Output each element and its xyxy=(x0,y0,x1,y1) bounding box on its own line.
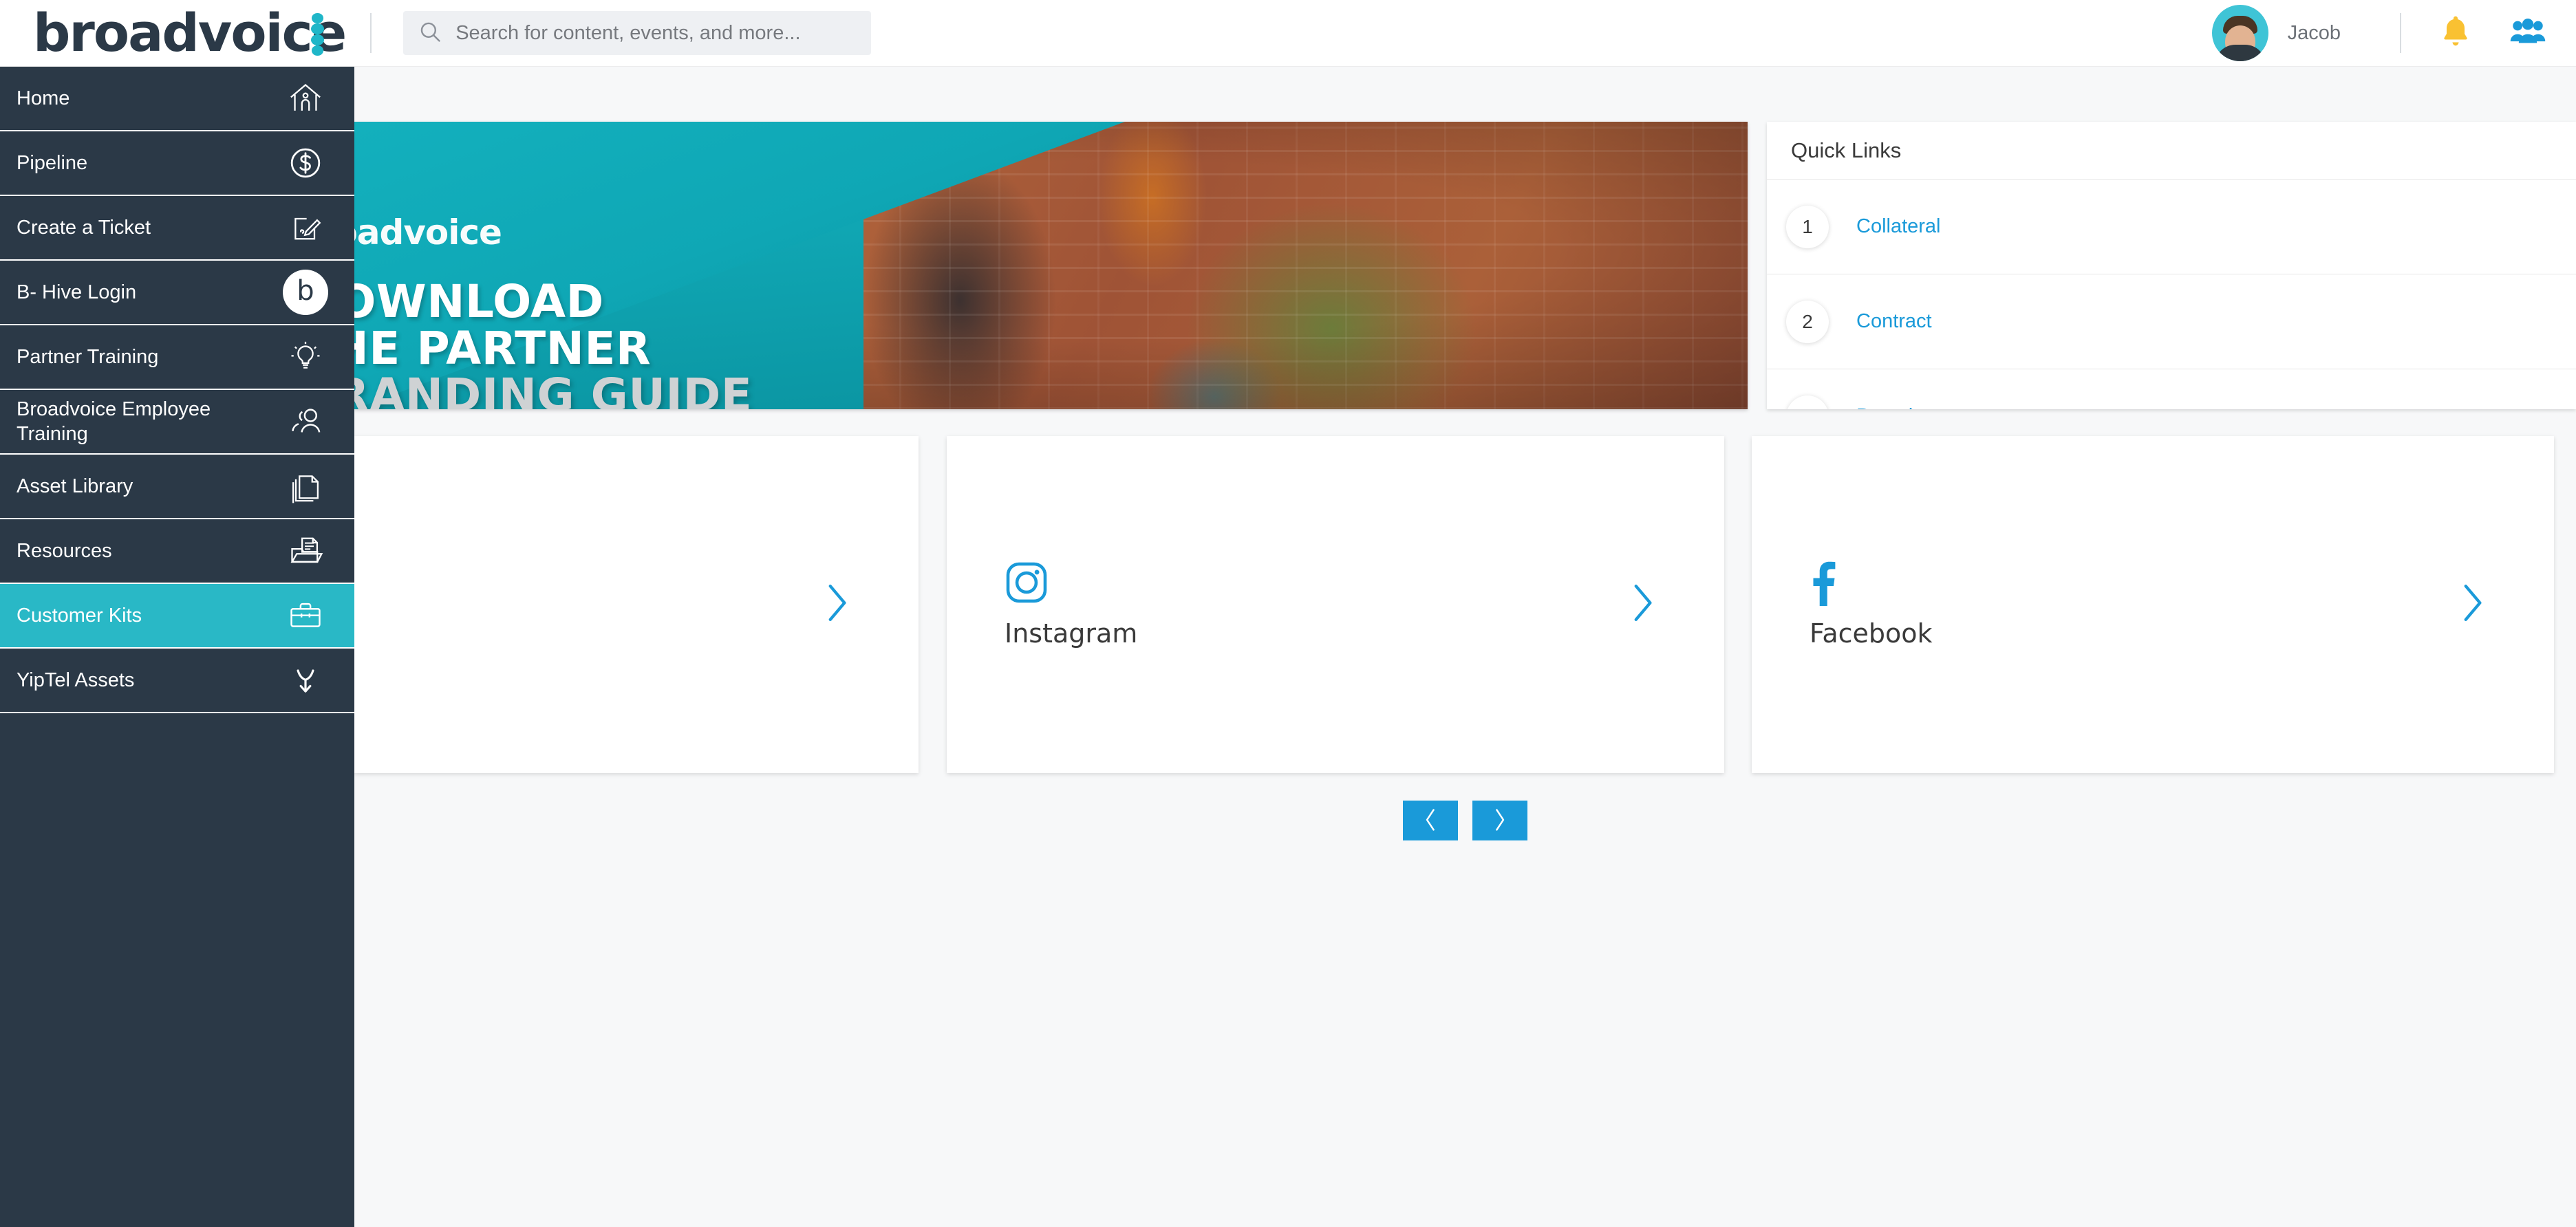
tile-card-instagram[interactable]: Instagram xyxy=(947,436,1724,773)
tile-content: Instagram xyxy=(1005,561,1137,649)
social-tiles-row: Instagram Facebook xyxy=(354,436,2576,773)
quick-link-row[interactable]: 3 Datasheets xyxy=(1767,369,2576,409)
quick-link-row[interactable]: 1 Collateral xyxy=(1767,180,2576,274)
top-row: broadvoice DOWNLOAD THE PARTNER BRANDING… xyxy=(354,122,2576,409)
community-button[interactable] xyxy=(2510,17,2546,50)
avatar-body xyxy=(2214,45,2266,61)
sidebar-item-yiptel-assets[interactable]: YipTel Assets xyxy=(0,649,354,713)
sidebar-item-partner-training[interactable]: Partner Training xyxy=(0,325,354,390)
hero-headline-line-1: DOWNLOAD xyxy=(354,275,604,328)
sidebar-item-b-hive-login[interactable]: B- Hive Login b xyxy=(0,261,354,325)
folder-document-icon xyxy=(283,528,328,574)
hero-headline-line-2: THE PARTNER xyxy=(354,321,652,375)
quick-link-datasheets[interactable]: Datasheets xyxy=(1856,405,1957,409)
chevron-right-icon[interactable] xyxy=(2462,583,2485,627)
people-group-icon xyxy=(2510,17,2546,50)
header-divider xyxy=(370,13,372,53)
quick-links-title: Quick Links xyxy=(1791,138,1902,162)
bell-icon xyxy=(2440,14,2471,52)
search-bar[interactable] xyxy=(403,11,872,55)
sidebar-item-pipeline[interactable]: Pipeline xyxy=(0,131,354,196)
sidebar-item-label: Asset Library xyxy=(17,475,133,497)
app-header: broadvoice Jacob xyxy=(0,0,2576,67)
quick-link-number: 2 xyxy=(1786,300,1829,343)
sidebar-item-label: Create a Ticket xyxy=(17,216,151,239)
note-pencil-icon xyxy=(283,205,328,250)
sidebar-item-resources[interactable]: Resources xyxy=(0,519,354,584)
chevron-right-icon[interactable] xyxy=(1632,583,1655,627)
sidebar-item-label: YipTel Assets xyxy=(17,669,135,691)
sidebar-item-home[interactable]: Home xyxy=(0,67,354,131)
dollar-circle-icon xyxy=(283,140,328,186)
tile-label: Instagram xyxy=(1005,618,1138,649)
tile-label: Facebook xyxy=(1810,618,1933,649)
people-icon xyxy=(283,399,328,444)
carousel-next-button[interactable] xyxy=(1472,801,1527,840)
broadvoice-logo[interactable]: broadvoice xyxy=(33,2,347,63)
lightbulb-icon xyxy=(283,334,328,380)
tile-card-facebook[interactable]: Facebook xyxy=(1752,436,2554,773)
hero-headline-line-3: BRANDING GUIDE xyxy=(354,368,753,409)
tile-content: Facebook xyxy=(1810,561,1933,649)
sidebar-item-create-a-ticket[interactable]: Create a Ticket xyxy=(0,196,354,261)
tile-card-blank[interactable] xyxy=(354,436,919,773)
quick-links-card: Quick Links 1 Collateral 2 Contract 3 Da… xyxy=(1767,122,2576,409)
sidebar-item-customer-kits[interactable]: Customer Kits xyxy=(0,584,354,649)
search-icon xyxy=(418,20,442,47)
logo-dot-middle xyxy=(310,23,324,34)
b-hive-letter: b xyxy=(283,270,328,315)
quick-link-row[interactable]: 2 Contract xyxy=(1767,274,2576,369)
logo-wordmark: broadvoice xyxy=(33,2,347,63)
briefcase-icon xyxy=(283,593,328,638)
notifications-button[interactable] xyxy=(2440,14,2471,52)
main-content: broadvoice DOWNLOAD THE PARTNER BRANDING… xyxy=(354,67,2576,1227)
user-name: Jacob xyxy=(2287,21,2341,44)
sidebar-item-broadvoice-employee-training[interactable]: Broadvoice Employee Training xyxy=(0,390,354,455)
sidebar-item-label: B- Hive Login xyxy=(17,281,137,303)
quick-link-contract[interactable]: Contract xyxy=(1856,310,1932,333)
chevron-right-icon xyxy=(1493,808,1507,834)
carousel-nav xyxy=(354,801,2576,840)
hero-logo: broadvoice xyxy=(354,213,502,252)
quick-link-collateral[interactable]: Collateral xyxy=(1856,215,1941,238)
header-divider-right xyxy=(2400,13,2401,53)
hero-headline: DOWNLOAD THE PARTNER BRANDING GUIDE xyxy=(354,279,752,409)
carousel-prev-button[interactable] xyxy=(1403,801,1458,840)
sidebar-item-label: Home xyxy=(17,87,70,109)
sidebar-item-asset-library[interactable]: Asset Library xyxy=(0,455,354,519)
search-input[interactable] xyxy=(455,21,857,45)
sidebar-nav: Home Pipeline Create a Ticket B- Hive Lo… xyxy=(0,67,354,1227)
chevron-left-icon xyxy=(1424,808,1437,834)
b-hive-badge-icon: b xyxy=(283,270,328,315)
logo-dot-lower xyxy=(310,34,324,46)
avatar[interactable] xyxy=(2211,5,2268,61)
logo-dot-bottom xyxy=(311,45,323,56)
hero-banner-card[interactable]: broadvoice DOWNLOAD THE PARTNER BRANDING… xyxy=(354,122,1748,409)
logo-dot-top xyxy=(311,13,323,23)
sidebar-item-label: Customer Kits xyxy=(17,604,142,627)
sidebar-item-label: Pipeline xyxy=(17,151,88,174)
header-user-area: Jacob xyxy=(2211,0,2576,66)
yiptel-arrow-icon xyxy=(283,658,328,703)
instagram-icon xyxy=(1005,561,1137,606)
sidebar-item-label: Resources xyxy=(17,539,112,562)
house-icon xyxy=(283,76,328,121)
sidebar-item-label: Partner Training xyxy=(17,345,159,368)
quick-link-number: 1 xyxy=(1786,205,1829,248)
quick-link-number: 3 xyxy=(1786,395,1829,409)
facebook-icon xyxy=(1810,561,1933,606)
logo-dots-icon xyxy=(310,13,325,56)
sidebar-item-label: Broadvoice Employee Training xyxy=(17,398,211,445)
documents-icon xyxy=(283,464,328,509)
chevron-right-icon[interactable] xyxy=(826,583,850,627)
quick-links-header: Quick Links xyxy=(1767,122,2576,180)
